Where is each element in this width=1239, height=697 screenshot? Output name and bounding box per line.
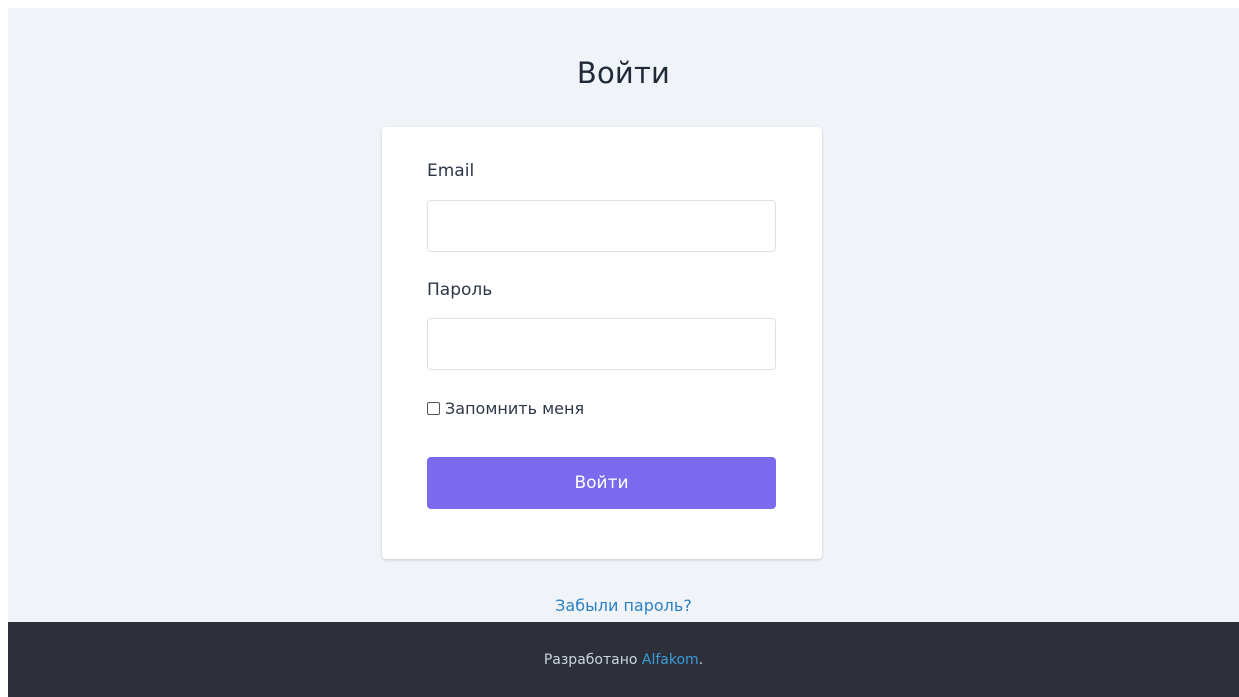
forgot-password-link[interactable]: Забыли пароль? bbox=[8, 596, 1239, 615]
footer-brand-link[interactable]: Alfakom bbox=[642, 652, 699, 668]
login-button[interactable]: Войти bbox=[427, 457, 776, 509]
page-title: Войти bbox=[576, 56, 671, 90]
main-area: Войти Email Пароль Запомнить меня Войти … bbox=[8, 8, 1239, 622]
email-label: Email bbox=[427, 161, 475, 181]
password-input[interactable] bbox=[427, 318, 776, 370]
password-label: Пароль bbox=[427, 280, 493, 300]
remember-me-row[interactable]: Запомнить меня bbox=[427, 399, 584, 418]
remember-me-checkbox[interactable] bbox=[427, 402, 440, 415]
footer-suffix: . bbox=[698, 651, 704, 668]
footer-text: Разработано Alfakom. bbox=[544, 652, 703, 668]
login-card: Email Пароль Запомнить меня Войти bbox=[382, 127, 822, 559]
email-input[interactable] bbox=[427, 200, 776, 252]
footer: Разработано Alfakom. bbox=[8, 622, 1239, 697]
remember-me-label: Запомнить меня bbox=[445, 399, 585, 418]
footer-prefix: Разработано bbox=[543, 651, 642, 668]
